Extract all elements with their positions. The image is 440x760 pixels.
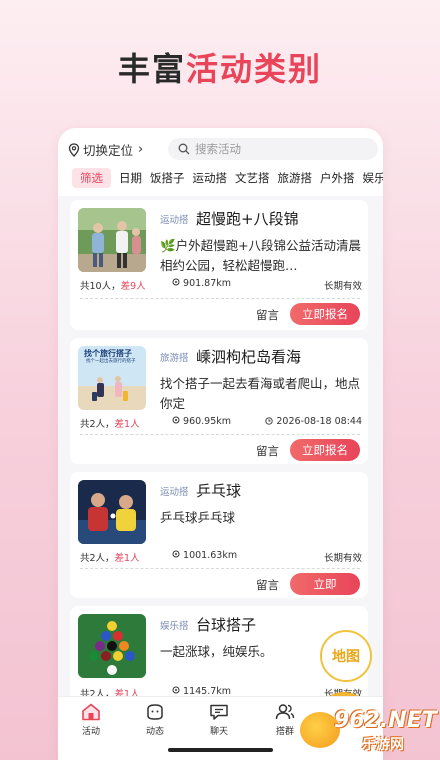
location-small-icon xyxy=(172,550,180,558)
tab-label: 聊天 xyxy=(209,727,228,737)
search-box[interactable] xyxy=(168,138,378,160)
activity-title: 乒乓球 xyxy=(196,482,242,500)
filter-chip-sports[interactable]: 运动搭 xyxy=(193,170,228,186)
activity-thumbnail: 找个旅行搭子 找个一起出去旅行的搭子 xyxy=(78,346,146,410)
tab-chat[interactable]: 聊天 xyxy=(194,703,244,737)
activity-thumbnail xyxy=(78,480,146,544)
filter-chip-filter[interactable]: 筛选 xyxy=(72,168,111,188)
tab-label: 活动 xyxy=(81,727,100,737)
watermark-site: 乐游网 xyxy=(362,737,404,753)
activity-description: 乒乓球乒乓球 xyxy=(160,510,236,525)
participant-lack: 差1人 xyxy=(114,419,140,430)
tab-activity[interactable]: 活动 xyxy=(66,703,116,737)
activity-title: 超慢跑+八段锦 xyxy=(196,210,299,228)
hero-title-accent: 活动类别 xyxy=(186,50,323,88)
activity-meta: 共10人，差9人 901.87km 长期有效 xyxy=(80,278,362,294)
activity-meta: 共2人，差1人 1001.63km 长期有效 xyxy=(80,550,362,566)
expire-time: 长期有效 xyxy=(323,281,362,292)
category-filter-row: 筛选 日期 饭搭子 运动搭 文艺搭 旅游搭 户外搭 娱乐 xyxy=(72,168,383,188)
chat-icon xyxy=(210,704,228,720)
watermark-logo: 962.NET 乐游网 xyxy=(300,708,440,754)
hero-title: 丰富活动类别 xyxy=(0,44,440,90)
participant-total: 共10人， xyxy=(80,281,121,292)
filter-chip-outdoor[interactable]: 户外搭 xyxy=(320,170,355,186)
activity-card[interactable]: 运动搭 超慢跑+八段锦 🌿户外超慢跑+八段锦公益活动清晨相约公园，轻松超慢跑… … xyxy=(70,200,368,330)
activity-description: 🌿户外超慢跑+八段锦公益活动清晨相约公园，轻松超慢跑… xyxy=(160,238,362,273)
divider xyxy=(80,568,360,569)
chevron-right-icon: › xyxy=(138,142,144,157)
expire-time: 长期有效 xyxy=(323,553,362,564)
message-button[interactable]: 留言 xyxy=(256,577,279,593)
location-pin-icon xyxy=(68,142,80,157)
participant-total: 共2人， xyxy=(80,553,115,564)
activity-feed: 运动搭 超慢跑+八段锦 🌿户外超慢跑+八段锦公益活动清晨相约公园，轻松超慢跑… … xyxy=(58,196,383,748)
activity-meta: 共2人，差1人 960.95km 2026-08-18 08:44 xyxy=(80,416,362,432)
category-tag: 运动搭 xyxy=(160,487,189,498)
category-tag: 旅游搭 xyxy=(160,353,189,364)
filter-chip-arts[interactable]: 文艺搭 xyxy=(235,170,270,186)
distance-value: 901.87km xyxy=(183,278,232,289)
message-button[interactable]: 留言 xyxy=(256,443,279,459)
message-button[interactable]: 留言 xyxy=(256,307,279,323)
divider xyxy=(80,434,360,435)
tab-moments[interactable]: 动态 xyxy=(130,703,180,737)
expire-time: 2026-08-18 08:44 xyxy=(265,416,362,427)
moments-icon xyxy=(147,704,163,720)
distance-value: 1001.63km xyxy=(183,550,238,561)
hero-title-dark: 丰富 xyxy=(117,50,186,88)
watermark-brand: 962.NET xyxy=(334,708,437,733)
location-label: 切换定位 xyxy=(83,143,134,158)
top-bar: 切换定位 › xyxy=(58,138,383,160)
distance: 1001.63km xyxy=(172,550,237,561)
activity-card[interactable]: 运动搭 乒乓球 乒乓球乒乓球 共2人，差1人 1001.63km 长期有效 留言… xyxy=(70,472,368,598)
participant-lack: 差9人 xyxy=(120,281,146,292)
distance: 960.95km xyxy=(172,416,231,427)
signup-button[interactable]: 立即报名 xyxy=(290,303,360,325)
category-tag: 运动搭 xyxy=(160,215,189,226)
filter-chip-meal[interactable]: 饭搭子 xyxy=(150,170,185,186)
home-icon xyxy=(82,703,100,721)
location-small-icon xyxy=(172,278,180,286)
app-screen: 切换定位 › 筛选 日期 饭搭子 运动搭 文艺搭 旅游搭 户外搭 娱乐 xyxy=(58,128,383,760)
search-icon xyxy=(178,143,190,155)
activity-thumbnail xyxy=(78,614,146,678)
participant-count: 共2人，差1人 xyxy=(80,550,140,564)
activity-card[interactable]: 找个旅行搭子 找个一起出去旅行的搭子 旅游搭 嵊泗枸杞岛看海 找个搭子一起去看海… xyxy=(70,338,368,464)
filter-chip-date[interactable]: 日期 xyxy=(119,170,142,186)
participant-count: 共2人，差1人 xyxy=(80,416,140,430)
filter-chip-travel[interactable]: 旅游搭 xyxy=(278,170,313,186)
location-switch[interactable]: 切换定位 › xyxy=(68,140,143,159)
participant-lack: 差1人 xyxy=(114,553,140,564)
clock-icon xyxy=(265,417,274,425)
category-tag: 娱乐搭 xyxy=(160,621,189,632)
map-button[interactable]: 地图 xyxy=(320,630,372,682)
participant-count: 共10人，差9人 xyxy=(80,278,146,292)
tab-label: 搭群 xyxy=(275,727,294,737)
activity-title: 嵊泗枸杞岛看海 xyxy=(196,348,302,366)
activity-thumbnail xyxy=(78,208,146,272)
expire-value: 2026-08-18 08:44 xyxy=(276,416,362,427)
location-small-icon xyxy=(172,416,180,424)
filter-chip-fun[interactable]: 娱乐 xyxy=(363,170,384,186)
distance: 901.87km xyxy=(172,278,231,289)
distance-value: 960.95km xyxy=(183,416,232,427)
signup-button[interactable]: 立即 xyxy=(290,573,360,595)
search-input[interactable] xyxy=(195,142,365,156)
tab-label: 动态 xyxy=(145,727,164,737)
thumbnail-subcaption: 找个一起出去旅行的搭子 xyxy=(86,359,136,364)
participant-total: 共2人， xyxy=(80,419,115,430)
activity-description: 找个搭子一起去看海或者爬山，地点你定 xyxy=(160,376,361,411)
divider xyxy=(80,298,360,299)
group-icon xyxy=(275,704,295,720)
location-small-icon xyxy=(172,686,180,694)
signup-button[interactable]: 立即报名 xyxy=(290,439,360,461)
activity-title: 台球搭子 xyxy=(196,616,257,634)
home-indicator xyxy=(168,748,273,752)
